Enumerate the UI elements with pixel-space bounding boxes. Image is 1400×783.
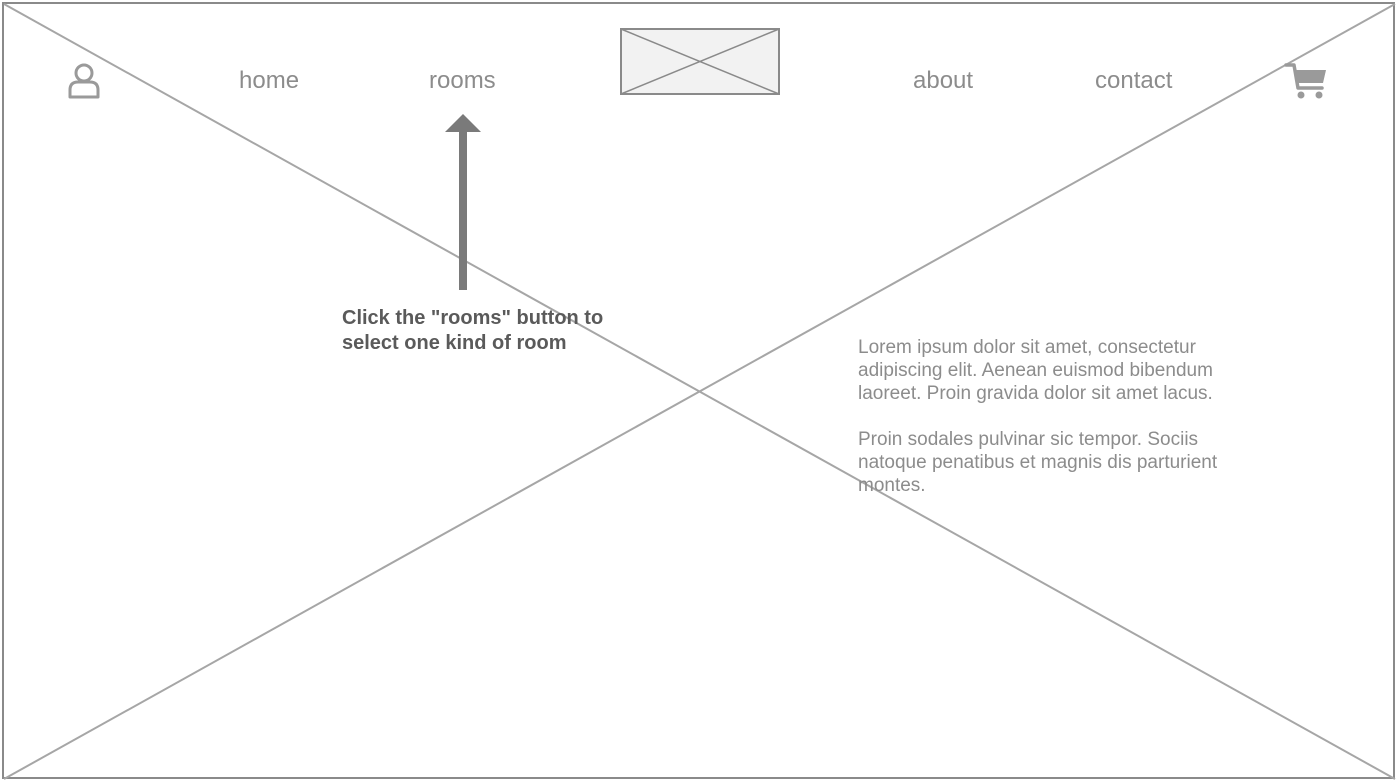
user-icon[interactable] — [66, 62, 102, 100]
image-placeholder-icon — [620, 28, 780, 95]
nav-rooms-link[interactable]: rooms — [429, 66, 496, 96]
content-paragraph-1: Lorem ipsum dolor sit amet, consectetur … — [858, 337, 1213, 404]
cart-icon[interactable] — [1284, 60, 1330, 102]
annotation-text: Click the "rooms" button to select one k… — [342, 307, 604, 354]
content-paragraph-2: Proin sodales pulvinar sic tempor. Socii… — [858, 429, 1218, 496]
content-text-block: Lorem ipsum dolor sit amet, consectetur … — [858, 336, 1258, 520]
nav-contact-link[interactable]: contact — [1095, 66, 1172, 96]
arrow-up-icon — [445, 114, 481, 290]
nav-home-link[interactable]: home — [239, 66, 299, 96]
nav-about-link[interactable]: about — [913, 66, 973, 96]
logo-image-placeholder[interactable] — [620, 28, 780, 95]
